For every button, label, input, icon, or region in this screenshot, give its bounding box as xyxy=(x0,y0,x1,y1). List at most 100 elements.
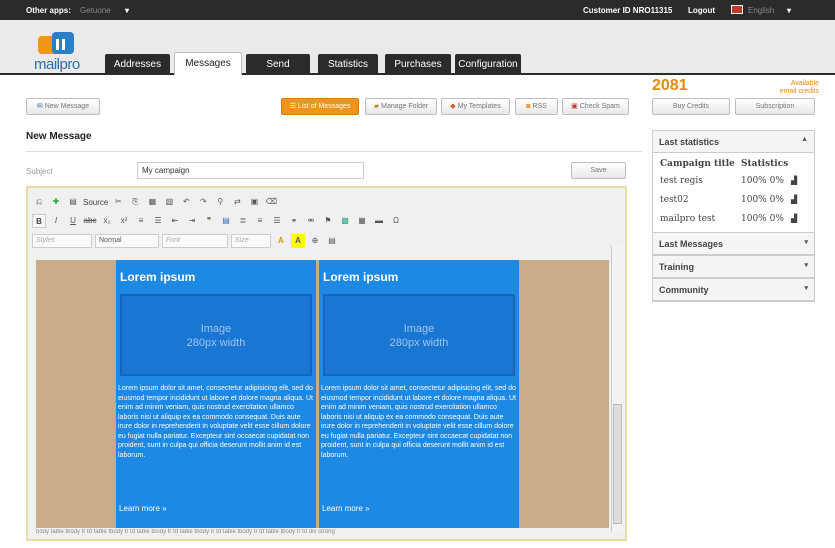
link-icon[interactable]: ⚭ xyxy=(287,214,301,228)
new-message-button[interactable]: ✉ New Message xyxy=(26,98,100,115)
divider xyxy=(26,151,642,152)
bullet-list-icon[interactable]: ☰ xyxy=(151,214,165,228)
eraser-icon[interactable]: ⌫ xyxy=(264,195,278,209)
logout-link[interactable]: Logout xyxy=(688,6,715,15)
chart-icon[interactable]: ▟ xyxy=(791,195,801,204)
undo-icon[interactable]: ↶ xyxy=(179,195,193,209)
chevron-down-icon[interactable]: ▾ xyxy=(804,261,808,269)
image-icon[interactable]: ▩ xyxy=(338,214,352,228)
check-spam-button[interactable]: ▣ Check Spam xyxy=(562,98,629,115)
language-chevron-icon[interactable]: ▾ xyxy=(787,6,791,15)
redo-icon[interactable]: ↷ xyxy=(196,195,210,209)
training-header[interactable]: Training ▾ xyxy=(653,256,814,278)
tab-send[interactable]: Send xyxy=(246,54,310,75)
format-select[interactable]: Normal xyxy=(95,234,159,248)
community-header[interactable]: Community ▾ xyxy=(653,279,814,301)
add-icon[interactable]: ✚ xyxy=(49,195,63,209)
text-color-icon[interactable]: A xyxy=(274,234,288,248)
manage-folder-label: Manage Folder xyxy=(381,103,429,110)
subscription-button[interactable]: Subscription xyxy=(735,98,815,115)
underline-icon[interactable]: U xyxy=(66,214,80,228)
training-panel[interactable]: Training ▾ xyxy=(652,256,815,279)
editor-scrollbar[interactable] xyxy=(611,246,623,532)
scrollbar-thumb[interactable] xyxy=(613,404,622,524)
editor-toolbar-row-1: ⎌ ✚ ▤ Source ✂ ⎘ ▦ ▧ ↶ ↷ ⚲ ⇄ ▣ ⌫ xyxy=(32,194,278,210)
anchor-icon[interactable]: ⚑ xyxy=(321,214,335,228)
manage-folder-button[interactable]: ▰ Manage Folder xyxy=(365,98,437,115)
chevron-down-icon[interactable]: ▾ xyxy=(804,238,808,246)
credits-count: 2081 xyxy=(652,77,688,94)
content-block[interactable]: Lorem ipsum Image 280px width Lorem ipsum… xyxy=(116,260,316,528)
editor-canvas[interactable]: Lorem ipsum Image 280px width Lorem ipsum… xyxy=(36,260,609,528)
check-spam-label: Check Spam xyxy=(579,103,620,110)
rss-label: RSS xyxy=(532,103,547,110)
paste-icon[interactable]: ▦ xyxy=(145,195,159,209)
align-left-icon[interactable]: ▤ xyxy=(219,214,233,228)
superscript-icon[interactable]: x² xyxy=(117,214,131,228)
other-apps-select[interactable]: Getuone xyxy=(80,6,111,15)
source-button[interactable]: Source xyxy=(83,198,108,207)
tab-addresses[interactable]: Addresses xyxy=(105,54,170,75)
strike-icon[interactable]: abc xyxy=(83,214,97,228)
community-panel[interactable]: Community ▾ xyxy=(652,279,815,302)
last-messages-panel[interactable]: Last Messages ▾ xyxy=(652,233,815,256)
select-all-icon[interactable]: ▣ xyxy=(247,195,261,209)
bg-color-icon[interactable]: A xyxy=(291,234,305,248)
tab-statistics[interactable]: Statistics xyxy=(318,54,378,75)
chevron-down-icon[interactable]: ▾ xyxy=(125,6,129,15)
italic-icon[interactable]: I xyxy=(49,214,63,228)
element-path: body table tbody tr td table tbody tr td… xyxy=(36,529,335,535)
undo-style-icon[interactable]: ⎌ xyxy=(32,195,46,209)
chart-icon[interactable]: ▟ xyxy=(791,176,801,185)
language-select[interactable]: English xyxy=(748,6,774,15)
cut-icon[interactable]: ✂ xyxy=(111,195,125,209)
size-select[interactable]: Size xyxy=(231,234,271,248)
my-templates-button[interactable]: ◆ My Templates xyxy=(441,98,510,115)
justify-icon[interactable]: ☰ xyxy=(270,214,284,228)
rss-button[interactable]: ◙ RSS xyxy=(515,98,558,115)
buy-credits-button[interactable]: Buy Credits xyxy=(652,98,730,115)
save-button[interactable]: Save xyxy=(571,162,626,179)
replace-icon[interactable]: ⇄ xyxy=(230,195,244,209)
subscript-icon[interactable]: x₂ xyxy=(100,214,114,228)
outdent-icon[interactable]: ⇤ xyxy=(168,214,182,228)
show-blocks-icon[interactable]: ▤ xyxy=(325,234,339,248)
blockquote-icon[interactable]: ❞ xyxy=(202,214,216,228)
chevron-down-icon[interactable]: ▾ xyxy=(804,284,808,292)
find-icon[interactable]: ⚲ xyxy=(213,195,227,209)
learn-more-link[interactable]: Learn more » xyxy=(322,504,370,513)
subject-input[interactable]: My campaign xyxy=(137,162,364,179)
last-messages-header[interactable]: Last Messages ▾ xyxy=(653,233,814,255)
image-placeholder[interactable]: Image 280px width xyxy=(120,294,312,376)
list-of-messages-label: List of Messages xyxy=(297,103,351,110)
image-placeholder[interactable]: Image 280px width xyxy=(323,294,515,376)
list-of-messages-button[interactable]: ☰ List of Messages xyxy=(281,98,359,115)
paste-word-icon[interactable]: ▧ xyxy=(162,195,176,209)
content-block[interactable]: Lorem ipsum Image 280px width Lorem ipsum… xyxy=(319,260,519,528)
bold-button[interactable]: B xyxy=(32,214,46,228)
table-row[interactable]: test02 100% 0% ▟ xyxy=(653,190,814,209)
tab-purchases[interactable]: Purchases xyxy=(385,54,451,75)
tab-messages[interactable]: Messages xyxy=(174,52,242,75)
special-char-icon[interactable]: Ω xyxy=(389,214,403,228)
table-row[interactable]: test regis 100% 0% ▟ xyxy=(653,171,814,190)
align-right-icon[interactable]: ≡ xyxy=(253,214,267,228)
campaign-title: test regis xyxy=(660,175,703,186)
table-icon[interactable]: ▦ xyxy=(355,214,369,228)
indent-icon[interactable]: ⇥ xyxy=(185,214,199,228)
chart-icon[interactable]: ▟ xyxy=(791,214,801,223)
styles-select[interactable]: Styles xyxy=(32,234,92,248)
numbered-list-icon[interactable]: ≡ xyxy=(134,214,148,228)
align-center-icon[interactable]: ≣ xyxy=(236,214,250,228)
maximize-icon[interactable]: ⊕ xyxy=(308,234,322,248)
table-row[interactable]: mailpro test 100% 0% ▟ xyxy=(653,209,814,228)
copy-icon[interactable]: ⎘ xyxy=(128,195,142,209)
font-select[interactable]: Font xyxy=(162,234,228,248)
unlink-icon[interactable]: ⚮ xyxy=(304,214,318,228)
tab-configuration[interactable]: Configuration xyxy=(455,54,521,75)
chevron-up-icon[interactable]: ▲ xyxy=(801,136,808,143)
learn-more-link[interactable]: Learn more » xyxy=(119,504,167,513)
last-statistics-header[interactable]: Last statistics ▲ xyxy=(653,131,814,153)
hr-icon[interactable]: ▬ xyxy=(372,214,386,228)
source-icon[interactable]: ▤ xyxy=(66,195,80,209)
